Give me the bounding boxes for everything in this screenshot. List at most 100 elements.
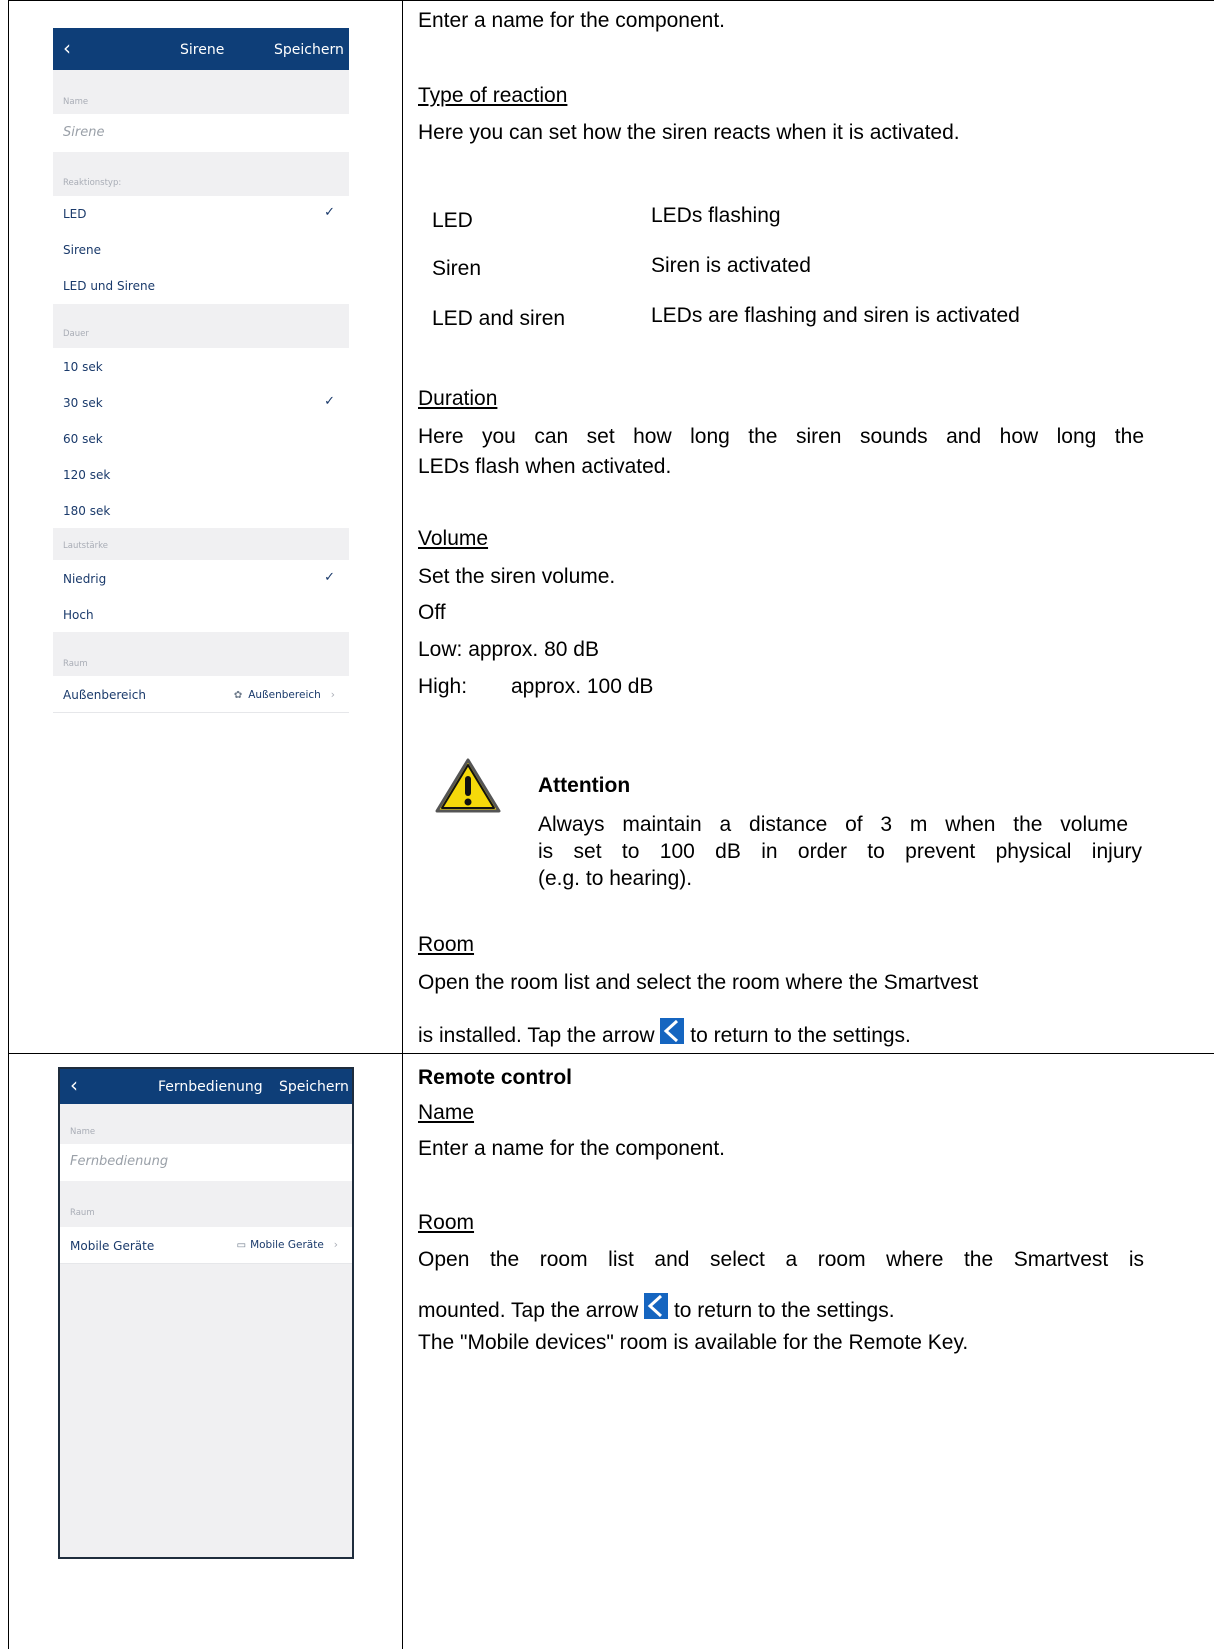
- remote-settings-screenshot: ‹ Fernbedienung Speichern Name Fernbedie…: [58, 1067, 354, 1559]
- option-label: 180 sek: [63, 504, 111, 518]
- option-label: 30 sek: [63, 396, 103, 410]
- option-label: 60 sek: [63, 432, 103, 446]
- duration-description-line2: LEDs flash when activated.: [418, 455, 672, 478]
- siren-settings-screenshot: ‹ Sirene Speichern Name Sirene Reaktions…: [53, 28, 349, 716]
- checkmark-icon: ✓: [324, 394, 335, 409]
- section-reaction: Reaktionstyp:: [53, 152, 349, 196]
- option-label: Sirene: [63, 243, 101, 257]
- option-label: 120 sek: [63, 468, 111, 482]
- room-description-line2: is installed. Tap the arrow to return to…: [418, 1018, 911, 1048]
- intro-text: Enter a name for the component.: [418, 9, 726, 32]
- room-description-line1: Open the room list and select the room w…: [418, 971, 979, 994]
- room-row[interactable]: Mobile Geräte ▭ Mobile Geräte ›: [60, 1227, 352, 1264]
- section-label-room: Raum: [70, 1208, 95, 1218]
- option-120-sek[interactable]: 120 sek: [53, 456, 349, 493]
- room-row[interactable]: Außenbereich ✿ Außenbereich ›: [53, 676, 349, 713]
- option-180-sek[interactable]: 180 sek: [53, 492, 349, 529]
- warning-icon: [435, 758, 501, 813]
- header-title: Fernbedienung: [158, 1079, 263, 1095]
- back-arrow-icon: [644, 1293, 669, 1319]
- reaction-description: Here you can set how the siren reacts wh…: [418, 121, 960, 144]
- name-field[interactable]: Fernbedienung: [60, 1144, 352, 1182]
- app-header: ‹ Sirene Speichern: [53, 28, 349, 70]
- attention-line2: is set to 100 dB in order to prevent phy…: [538, 840, 1142, 863]
- reaction-name-siren: Siren: [432, 257, 482, 280]
- heading-duration: Duration: [418, 387, 498, 410]
- option-hoch[interactable]: Hoch: [53, 596, 349, 633]
- chevron-right-icon: ›: [333, 1239, 338, 1251]
- volume-off: Off: [418, 601, 446, 624]
- volume-low: Low: approx. 80 dB: [418, 638, 599, 661]
- room-value: ✿ Außenbereich ›: [233, 689, 335, 701]
- room-label: Mobile Geräte: [70, 1239, 155, 1253]
- option-30-sek[interactable]: 30 sek ✓: [53, 384, 349, 421]
- volume-high-label: High:: [418, 675, 468, 698]
- option-label: LED und Sirene: [63, 279, 155, 293]
- section-name: Name: [53, 70, 349, 114]
- option-sirene[interactable]: Sirene: [53, 232, 349, 269]
- section-duration: Dauer: [53, 304, 349, 348]
- option-niedrig[interactable]: Niedrig ✓: [53, 560, 349, 597]
- chevron-left-icon[interactable]: ‹: [63, 38, 71, 58]
- section-label-reaction: Reaktionstyp:: [63, 178, 122, 188]
- remote-room-line2: mounted. Tap the arrow to return to the …: [418, 1293, 895, 1323]
- table-row-divider: [8, 1053, 1214, 1054]
- name-value: Sirene: [63, 125, 105, 140]
- remote-room-line3: The "Mobile devices" room is available f…: [418, 1331, 969, 1354]
- reaction-desc-siren: Siren is activated: [651, 254, 811, 277]
- reaction-desc-led: LEDs flashing: [651, 204, 781, 227]
- option-60-sek[interactable]: 60 sek: [53, 420, 349, 457]
- reaction-name-led-and-siren: LED and siren: [432, 307, 566, 330]
- section-volume: Lautstärke: [53, 528, 349, 560]
- section-label-name: Name: [70, 1127, 96, 1137]
- option-label: 10 sek: [63, 360, 103, 374]
- devices-icon: ▭: [236, 1240, 247, 1251]
- table-border-left: [8, 0, 9, 1649]
- reaction-desc-led-and-siren: LEDs are flashing and siren is activated: [651, 304, 1020, 327]
- tree-icon: ✿: [233, 690, 243, 701]
- attention-title: Attention: [538, 774, 631, 797]
- option-10-sek[interactable]: 10 sek: [53, 348, 349, 385]
- header-title: Sirene: [180, 42, 225, 58]
- app-header: ‹ Fernbedienung Speichern: [60, 1069, 352, 1104]
- option-label: LED: [63, 207, 87, 221]
- section-label-name: Name: [63, 97, 89, 107]
- checkmark-icon: ✓: [324, 570, 335, 585]
- heading-room: Room: [418, 933, 475, 956]
- heading-name: Name: [418, 1101, 475, 1124]
- option-label: Niedrig: [63, 572, 107, 586]
- heading-room-remote: Room: [418, 1211, 475, 1234]
- name-value: Fernbedienung: [70, 1154, 169, 1169]
- volume-high-value: approx. 100 dB: [511, 675, 654, 698]
- room-label: Außenbereich: [63, 688, 146, 702]
- section-room: Raum: [60, 1181, 352, 1227]
- reaction-name-led: LED: [432, 209, 473, 232]
- save-button[interactable]: Speichern: [279, 1079, 349, 1095]
- attention-line1: Always maintain a distance of 3 m when t…: [538, 813, 1128, 836]
- option-led-und-sirene[interactable]: LED und Sirene: [53, 268, 349, 305]
- remote-room-line1: Open the room list and select a room whe…: [418, 1248, 1144, 1271]
- table-border-top: [8, 0, 1214, 1]
- section-room: Raum: [53, 632, 349, 676]
- section-label-duration: Dauer: [63, 329, 89, 339]
- volume-description: Set the siren volume.: [418, 565, 616, 588]
- name-field[interactable]: Sirene: [53, 114, 349, 153]
- save-button[interactable]: Speichern: [274, 42, 344, 58]
- heading-type-of-reaction: Type of reaction: [418, 84, 568, 107]
- remote-control-title: Remote control: [418, 1066, 573, 1089]
- table-border-middle: [402, 0, 403, 1649]
- chevron-left-icon[interactable]: ‹: [70, 1075, 78, 1095]
- back-arrow-icon: [660, 1018, 685, 1044]
- heading-volume: Volume: [418, 527, 489, 550]
- option-led[interactable]: LED ✓: [53, 196, 349, 233]
- attention-line3: (e.g. to hearing).: [538, 867, 693, 890]
- section-label-room: Raum: [63, 659, 88, 669]
- duration-description-line1: Here you can set how long the siren soun…: [418, 425, 1144, 448]
- chevron-right-icon: ›: [330, 689, 335, 701]
- name-description: Enter a name for the component.: [418, 1137, 726, 1160]
- room-value: ▭ Mobile Geräte ›: [236, 1239, 338, 1251]
- section-name: Name: [60, 1104, 352, 1144]
- option-label: Hoch: [63, 608, 94, 622]
- checkmark-icon: ✓: [324, 205, 335, 220]
- section-label-volume: Lautstärke: [63, 541, 108, 551]
